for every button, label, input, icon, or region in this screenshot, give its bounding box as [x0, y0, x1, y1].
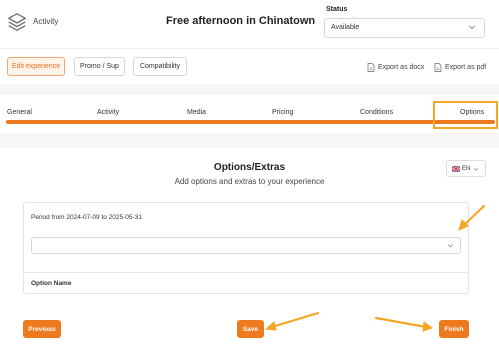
compatibility-button[interactable]: Compatibility [133, 57, 187, 76]
chevron-down-icon [474, 167, 479, 171]
status-select[interactable]: Available [324, 18, 485, 38]
uk-flag-icon [452, 165, 460, 172]
save-button[interactable]: Save [237, 320, 264, 338]
period-card: Period from 2024-07-09 to 2025-05-31 [23, 202, 469, 274]
option-name-label: Option Name [31, 280, 72, 287]
layers-icon [8, 13, 26, 31]
status-value: Available [331, 24, 360, 31]
tabs-progress-bar [6, 120, 495, 124]
export-pdf-label: Export as pdf [445, 64, 487, 71]
edit-experience-button[interactable]: Edit experience [7, 57, 65, 76]
chevron-down-icon [469, 25, 475, 30]
previous-button[interactable]: Previous [23, 320, 61, 338]
tab-pricing[interactable]: Pricing [272, 109, 293, 116]
tab-activity[interactable]: Activity [97, 109, 119, 116]
option-name-card[interactable]: Option Name [23, 272, 469, 294]
page-title: Free afternoon in Chinatown [166, 15, 316, 27]
promo-sup-button[interactable]: Promo / Sup [74, 57, 125, 76]
document-icon [367, 63, 375, 72]
tab-conditions[interactable]: Conditions [360, 109, 393, 116]
section-subtitle: Add options and extras to your experienc… [174, 177, 325, 186]
chevron-down-icon [447, 244, 454, 248]
export-docx-label: Export as docx [378, 64, 425, 71]
status-label: Status [326, 6, 348, 13]
period-select[interactable] [31, 237, 461, 254]
period-label: Period from 2024-07-09 to 2025-05-31 [31, 214, 142, 221]
app-name: Activity [33, 17, 59, 26]
tab-general[interactable]: General [7, 109, 32, 116]
header: Activity Free afternoon in Chinatown Sta… [0, 0, 499, 48]
options-panel: Options/Extras Add options and extras to… [0, 148, 499, 353]
section-title: Options/Extras [213, 162, 286, 173]
tabs: General Activity Media Pricing Condition… [0, 95, 499, 133]
toolbar: Edit experience Promo / Sup Compatibilit… [0, 48, 499, 84]
document-icon [434, 63, 442, 72]
language-code: EN [462, 165, 471, 172]
finish-button[interactable]: Finish [439, 320, 469, 338]
export-docx-link[interactable]: Export as docx [367, 63, 424, 72]
options-tab-highlight [433, 101, 498, 129]
export-pdf-link[interactable]: Export as pdf [434, 63, 486, 72]
tab-media[interactable]: Media [187, 109, 206, 116]
language-select[interactable]: EN [446, 160, 486, 177]
